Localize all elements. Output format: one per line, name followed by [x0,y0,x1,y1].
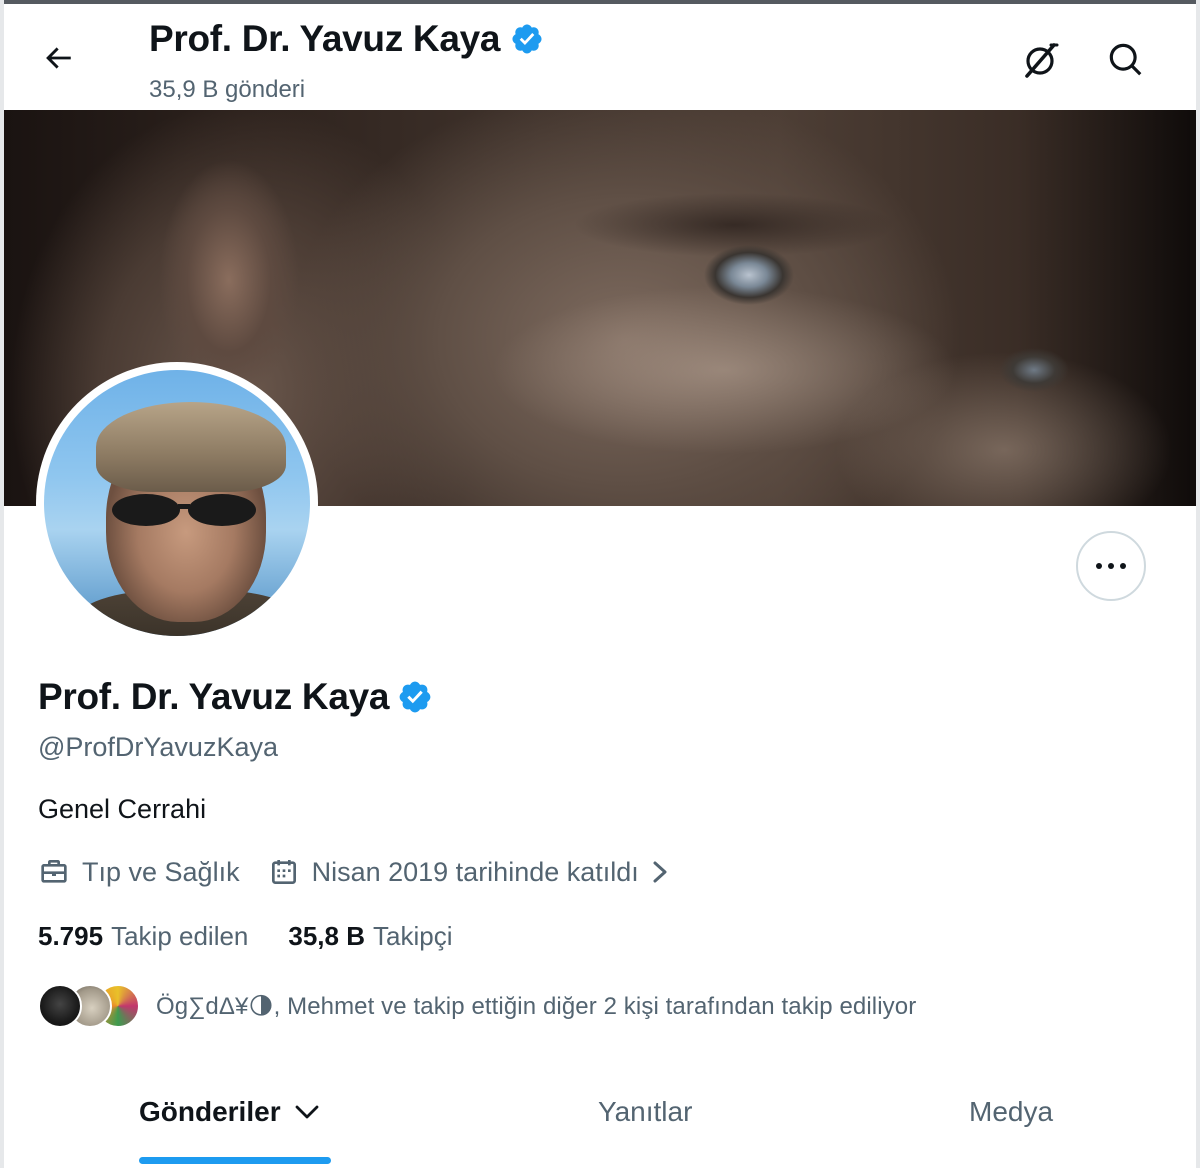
followers-label: Takipçi [373,921,453,951]
tab-posts[interactable]: Gönderiler [139,1096,321,1128]
mutual-followers-avatars [38,984,140,1028]
back-button[interactable] [34,34,82,82]
more-dot [1120,563,1126,569]
header-title-row: Prof. Dr. Yavuz Kaya [149,18,544,60]
followed-by-text: Ög∑dΔ¥🌗, Mehmet ve takip ettiğin diğer 2… [156,992,917,1020]
grok-icon [1025,43,1059,78]
followers-count: 35,8 B [288,921,365,951]
calendar-icon [271,860,296,884]
window-right-border [1196,0,1200,1168]
profile-avatar[interactable] [36,362,318,644]
follow-stats-row: 5.795 Takip edilen 35,8 B Takipçi [38,921,452,952]
banner-photo-detail [964,340,1084,400]
verified-badge-icon[interactable] [397,679,433,715]
following-count: 5.795 [38,921,104,951]
avatar-photo-detail [112,494,256,526]
grok-button[interactable] [1018,38,1062,82]
search-button[interactable] [1104,38,1148,82]
more-dot [1108,563,1114,569]
search-icon [1109,43,1142,76]
profile-bio: Genel Cerrahi [38,794,207,824]
profile-header-bar: Prof. Dr. Yavuz Kaya 35,9 B gönderi [4,4,1196,110]
mutual-follower-avatar [38,984,82,1028]
following-label: Takip edilen [111,921,249,951]
following-link[interactable]: 5.795 Takip edilen [38,921,248,952]
joined-label: Nisan 2019 tarihinde katıldı [311,856,639,887]
active-tab-indicator [139,1157,331,1164]
avatar-photo-detail [96,402,286,492]
profile-name: Prof. Dr. Yavuz Kaya [38,676,390,717]
profile-tabs: Gönderiler Yanıtlar Medya [4,1060,1196,1168]
tab-media[interactable]: Medya [969,1096,1053,1128]
header-post-count: 35,9 B gönderi [149,76,306,103]
tab-posts-label: Gönderiler [139,1096,281,1127]
chevron-down-icon [295,1105,318,1119]
category-label: Tıp ve Sağlık [82,856,240,887]
briefcase-icon [41,860,67,883]
chevron-right-icon [653,861,667,883]
header-title: Prof. Dr. Yavuz Kaya [149,18,501,59]
tab-replies[interactable]: Yanıtlar [598,1096,692,1128]
follow-spacer [248,921,288,952]
avatar-photo [44,370,310,636]
profile-handle: @ProfDrYavuzKaya [38,732,278,762]
banner-photo-detail [654,240,814,310]
profile-category: Tıp ve Sağlık [38,856,240,888]
followers-link[interactable]: 35,8 B Takipçi [288,921,452,952]
followed-by-row[interactable]: Ög∑dΔ¥🌗, Mehmet ve takip ettiğin diğer 2… [38,984,916,1028]
tab-media-label: Medya [969,1096,1054,1127]
profile-meta-row: Tıp ve Sağlık Nisan 2019 tarihinde katıl… [38,856,671,888]
profile-name-row: Prof. Dr. Yavuz Kaya [38,676,433,718]
arrow-left-icon [46,47,71,69]
verified-badge-icon [512,24,542,54]
more-options-button[interactable] [1076,531,1146,601]
tab-replies-label: Yanıtlar [598,1096,693,1127]
more-dot [1096,563,1102,569]
profile-joined[interactable]: Nisan 2019 tarihinde katıldı [268,856,671,888]
